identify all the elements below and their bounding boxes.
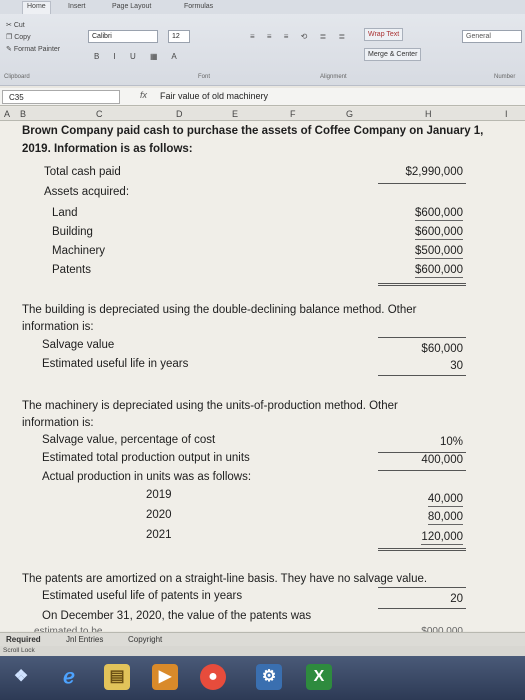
column-header[interactable]: B bbox=[20, 109, 26, 119]
asset-label-machinery: Machinery bbox=[52, 245, 106, 257]
column-header[interactable]: F bbox=[290, 109, 296, 119]
excel-icon[interactable]: X bbox=[306, 664, 332, 690]
divider bbox=[378, 183, 466, 184]
building-life-value: 30 bbox=[450, 360, 463, 372]
scissors-icon: ✂ bbox=[6, 22, 12, 29]
total-cash-label: Total cash paid bbox=[44, 166, 121, 178]
machinery-text-1: The machinery is depreciated using the u… bbox=[22, 400, 398, 412]
production-units: 80,000 bbox=[427, 511, 463, 525]
asset-label-patents: Patents bbox=[52, 264, 91, 276]
merge-center-button[interactable]: Merge & Center bbox=[364, 48, 422, 61]
column-header[interactable]: G bbox=[346, 109, 353, 119]
divider bbox=[378, 587, 466, 588]
total-cash-value: $2,990,000 bbox=[405, 166, 463, 178]
number-group-label: Number bbox=[494, 74, 516, 80]
column-header[interactable]: A bbox=[4, 109, 10, 119]
divider bbox=[378, 608, 466, 609]
patents-life-label: Estimated useful life of patents in year… bbox=[42, 590, 243, 602]
windows-icon[interactable]: ❖ bbox=[8, 664, 34, 690]
formula-bar: C35 fx Fair value of old machinery bbox=[0, 88, 525, 106]
double-underline bbox=[378, 548, 466, 551]
production-year: 2019 bbox=[146, 489, 172, 501]
column-header[interactable]: C bbox=[96, 109, 103, 119]
sheet-tab-jnl-entries[interactable]: Jnl Entries bbox=[66, 635, 103, 644]
production-year: 2021 bbox=[146, 529, 172, 541]
asset-value-machinery: $500,000 bbox=[415, 245, 463, 259]
column-header[interactable]: E bbox=[232, 109, 238, 119]
ribbon-tabs: Home Insert Page Layout Formulas bbox=[0, 0, 525, 14]
tab-home[interactable]: Home bbox=[22, 1, 51, 14]
format-buttons[interactable]: B I U ▦ A bbox=[94, 52, 183, 61]
building-text-2: information is: bbox=[22, 321, 94, 333]
production-year: 2020 bbox=[146, 509, 172, 521]
production-units: 40,000 bbox=[427, 493, 463, 507]
ribbon: Home Insert Page Layout Formulas ✂ Cut ❐… bbox=[0, 0, 525, 86]
building-salvage-value: $60,000 bbox=[421, 343, 463, 355]
asset-label-building: Building bbox=[52, 226, 93, 238]
divider bbox=[378, 375, 466, 376]
cut-button[interactable]: ✂ Cut bbox=[6, 20, 60, 32]
mach-salvage-value: 10% bbox=[439, 436, 463, 448]
patents-dec-label: On December 31, 2020, the value of the p… bbox=[42, 610, 312, 622]
building-salvage-label: Salvage value bbox=[42, 339, 115, 351]
font-size-select[interactable]: 12 bbox=[168, 30, 190, 43]
format-painter-button[interactable]: ✎ Format Painter bbox=[6, 44, 60, 56]
wrap-text-button[interactable]: Wrap Text bbox=[364, 28, 404, 41]
column-header[interactable]: D bbox=[176, 109, 183, 119]
machinery-text-2: information is: bbox=[22, 417, 94, 429]
asset-value-patents: $600,000 bbox=[415, 264, 463, 278]
sheet-tab-copyright[interactable]: Copyright bbox=[128, 635, 162, 644]
alignment-buttons[interactable]: ≡ ≡ ≡ ⟲ ≣ ≣ bbox=[250, 32, 350, 41]
divider bbox=[378, 452, 466, 453]
clipboard-group-label: Clipboard bbox=[4, 74, 30, 80]
assets-label: Assets acquired: bbox=[44, 186, 130, 198]
column-headers: A B C D E F G H I bbox=[0, 107, 525, 121]
column-header[interactable]: I bbox=[505, 109, 508, 119]
production-units: 120,000 bbox=[421, 531, 463, 545]
sheet-tabs: Required Jnl Entries Copyright bbox=[0, 632, 525, 646]
divider bbox=[378, 470, 466, 471]
number-format-select[interactable]: General bbox=[462, 30, 522, 43]
media-icon[interactable]: ▶ bbox=[152, 664, 178, 690]
ie-icon[interactable]: ℯ bbox=[56, 664, 82, 690]
status-bar: Scroll Lock bbox=[0, 646, 525, 656]
intro-line-1: Brown Company paid cash to purchase the … bbox=[22, 125, 484, 137]
patents-text-1: The patents are amortized on a straight-… bbox=[22, 573, 428, 585]
building-text-1: The building is depreciated using the do… bbox=[22, 304, 417, 316]
name-box[interactable]: C35 bbox=[2, 90, 120, 104]
explorer-icon[interactable]: ▤ bbox=[104, 664, 130, 690]
brush-icon: ✎ bbox=[6, 46, 12, 53]
tab-formulas[interactable]: Formulas bbox=[184, 3, 213, 10]
mach-actual-label: Actual production in units was as follow… bbox=[42, 471, 252, 483]
mach-output-label: Estimated total production output in uni… bbox=[42, 452, 250, 464]
copy-icon: ❐ bbox=[6, 34, 13, 41]
patents-life-value: 20 bbox=[450, 593, 463, 605]
worksheet[interactable]: Brown Company paid cash to purchase the … bbox=[0, 121, 525, 637]
font-name-select[interactable]: Calibri bbox=[88, 30, 158, 43]
formula-input[interactable]: Fair value of old machinery bbox=[160, 91, 268, 101]
asset-value-land: $600,000 bbox=[415, 207, 463, 221]
tab-insert[interactable]: Insert bbox=[68, 3, 86, 10]
building-life-label: Estimated useful life in years bbox=[42, 358, 189, 370]
font-group-label: Font bbox=[198, 74, 211, 80]
clipboard-group: ✂ Cut ❐ Copy ✎ Format Painter bbox=[6, 20, 60, 56]
alignment-group-label: Alignment bbox=[320, 74, 347, 80]
mach-output-value: 400,000 bbox=[421, 454, 463, 466]
mach-salvage-label: Salvage value, percentage of cost bbox=[42, 434, 216, 446]
intro-line-2: 2019. Information is as follows: bbox=[22, 143, 193, 155]
column-header[interactable]: H bbox=[425, 109, 432, 119]
chrome-icon[interactable]: ● bbox=[200, 664, 226, 690]
copy-button[interactable]: ❐ Copy bbox=[6, 32, 60, 44]
taskbar: ❖ ℯ ▤ ▶ ● ⚙ X bbox=[0, 656, 525, 700]
asset-label-land: Land bbox=[52, 207, 78, 219]
divider bbox=[378, 337, 466, 338]
double-underline bbox=[378, 283, 466, 286]
sheet-tab-required[interactable]: Required bbox=[6, 635, 41, 644]
asset-value-building: $600,000 bbox=[415, 226, 463, 240]
tab-page-layout[interactable]: Page Layout bbox=[112, 3, 151, 10]
network-icon[interactable]: ⚙ bbox=[256, 664, 282, 690]
fx-icon[interactable]: fx bbox=[140, 90, 147, 100]
